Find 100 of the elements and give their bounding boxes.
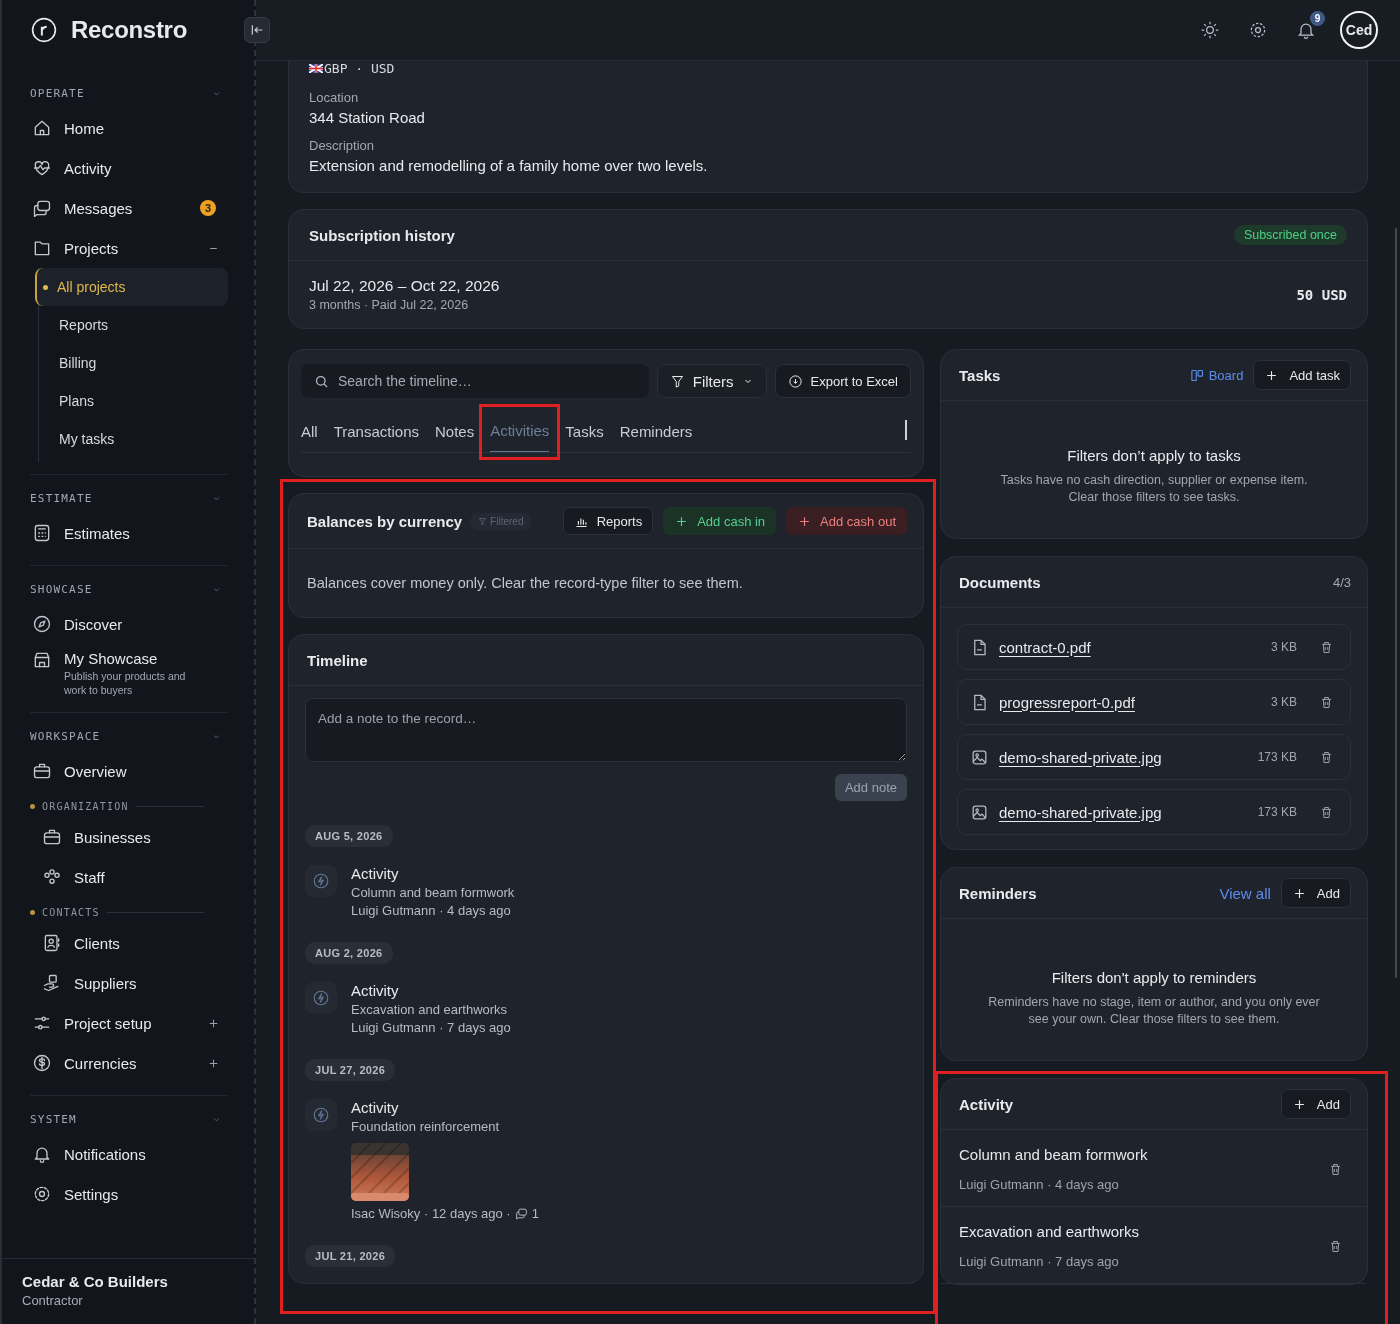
activity-icon xyxy=(305,1099,337,1131)
board-icon xyxy=(1189,367,1205,383)
board-link[interactable]: Board xyxy=(1189,367,1244,383)
nav-item[interactable]: Discover xyxy=(30,604,228,644)
card-title: Tasks xyxy=(959,366,1001,384)
document-link[interactable]: demo-shared-private.jpg xyxy=(999,803,1248,821)
nav-item[interactable]: Projects xyxy=(30,228,228,268)
document-row[interactable]: demo-shared-private.jpg 173 KB xyxy=(957,734,1351,780)
download-icon xyxy=(787,373,803,389)
document-link[interactable]: demo-shared-private.jpg xyxy=(999,748,1248,766)
activity-icon xyxy=(305,865,337,897)
nav-subitem[interactable]: Plans xyxy=(39,382,228,420)
tab[interactable]: All xyxy=(301,410,318,452)
nav-item[interactable]: Notifications xyxy=(30,1134,228,1174)
subscription-detail: 3 months · Paid Jul 22, 2026 xyxy=(309,298,470,312)
nav-label: Businesses xyxy=(74,828,151,846)
delete-icon[interactable] xyxy=(1319,694,1334,710)
nav-item[interactable]: Activity xyxy=(30,148,228,188)
delete-icon[interactable] xyxy=(1319,749,1334,765)
export-button[interactable]: Export to Excel xyxy=(774,364,911,398)
nav-item[interactable]: Settings xyxy=(30,1174,228,1214)
settings-icon[interactable] xyxy=(1248,20,1268,40)
file-size: 3 KB xyxy=(1271,695,1297,709)
card-title: Timeline xyxy=(307,651,368,669)
card-title: Activity xyxy=(959,1095,1014,1113)
nav-label: Staff xyxy=(74,868,105,886)
delete-icon[interactable] xyxy=(1319,804,1334,820)
filters-button[interactable]: Filters xyxy=(656,364,767,398)
nav-item[interactable]: Overview xyxy=(30,751,228,791)
date-chip: AUG 5, 2026 xyxy=(305,825,393,847)
card-title: Reminders xyxy=(959,884,1037,902)
entry-title: Activity xyxy=(351,1099,400,1116)
nav-subitem[interactable]: Billing xyxy=(39,344,228,382)
card-title: Balances by currency xyxy=(307,512,463,530)
delete-icon[interactable] xyxy=(1319,639,1334,655)
note-field[interactable]: Add a note to the record… xyxy=(305,698,907,762)
nav-item[interactable]: Messages 3 xyxy=(30,188,228,228)
comment-count: 1 xyxy=(531,1206,539,1221)
nav-label: Messages xyxy=(64,199,134,217)
nav-label: Estimates xyxy=(64,524,131,542)
view-all-link[interactable]: View all xyxy=(1219,884,1271,902)
add-task-button[interactable]: Add task xyxy=(1253,360,1351,390)
tab[interactable]: Activities xyxy=(490,410,550,452)
entry-title: Activity xyxy=(351,865,400,882)
nav-subitem[interactable]: All projects xyxy=(35,268,228,306)
nav-item[interactable]: Currencies xyxy=(30,1043,228,1083)
section-title: OPERATE xyxy=(30,86,85,100)
empty-text: Reminders have no stage, item or author, and you only ever see your own. Clear those filters to see them. xyxy=(987,994,1321,1028)
tab[interactable]: Notes xyxy=(435,410,475,452)
nav-subtitle: Publish your products and work to buyers xyxy=(64,669,187,697)
delete-icon[interactable] xyxy=(1328,1161,1343,1177)
nav-item[interactable]: Project setup xyxy=(30,1003,228,1043)
activity-icon xyxy=(305,982,337,1014)
activity-title: Excavation and earthworks xyxy=(959,1223,1140,1240)
document-row[interactable]: demo-shared-private.jpg 173 KB xyxy=(957,789,1351,835)
activity-meta: Luigi Gutmann · 7 days ago xyxy=(959,1254,1120,1269)
add-activity-button[interactable]: Add xyxy=(1280,1089,1351,1119)
nav-subitem[interactable]: Reports xyxy=(39,306,228,344)
nav-label: Activity xyxy=(64,159,113,177)
nav-item[interactable]: Home xyxy=(30,108,228,148)
collapse-sidebar-button[interactable] xyxy=(244,17,270,43)
nav-item[interactable]: Clients xyxy=(30,923,228,963)
add-cash-button[interactable]: Add cash in xyxy=(663,507,777,535)
nav-item[interactable]: Businesses xyxy=(30,817,228,857)
document-row[interactable]: contract-0.pdf 3 KB xyxy=(957,624,1351,670)
document-row[interactable]: progressreport-0.pdf 3 KB xyxy=(957,679,1351,725)
nav-item[interactable]: Staff xyxy=(30,857,228,897)
document-link[interactable]: contract-0.pdf xyxy=(999,638,1261,656)
section-title: SYSTEM xyxy=(30,1112,77,1126)
comment-icon xyxy=(514,1207,528,1220)
entry-text: Foundation reinforcement xyxy=(351,1119,501,1134)
organization-name: Cedar & Co Builders xyxy=(22,1273,169,1290)
tab[interactable]: Reminders xyxy=(619,410,693,452)
entry-text: Excavation and earthworks xyxy=(351,1002,509,1017)
tab[interactable]: Transactions xyxy=(333,410,419,452)
sun-icon[interactable] xyxy=(1200,20,1220,40)
empty-title: Filters don’t apply to tasks xyxy=(1067,447,1241,464)
card-title: Documents xyxy=(959,573,1041,591)
reports-button[interactable]: Reports xyxy=(562,507,654,535)
tab[interactable]: Tasks xyxy=(565,410,604,452)
nav-item[interactable]: My Showcase Publish your products and work to buyers xyxy=(30,644,228,700)
entry-meta: Isac Wisoky · 12 days ago · xyxy=(351,1206,511,1221)
nav-label: Projects xyxy=(64,239,120,257)
empty-title: Filters don't apply to reminders xyxy=(1051,969,1257,986)
entry-title: Activity xyxy=(351,982,400,999)
nav-item[interactable]: Estimates xyxy=(30,513,228,553)
avatar[interactable]: Ced xyxy=(1340,11,1378,49)
document-link[interactable]: progressreport-0.pdf xyxy=(999,693,1261,711)
section-title: WORKSPACE xyxy=(30,729,101,743)
file-size: 173 KB xyxy=(1257,805,1297,819)
nav-label: Settings xyxy=(64,1185,120,1203)
nav-item[interactable]: Suppliers xyxy=(30,963,228,1003)
nav-subitem[interactable]: My tasks xyxy=(39,420,228,458)
add-cash-button[interactable]: Add cash out xyxy=(786,507,907,535)
add-reminder-button[interactable]: Add xyxy=(1280,878,1351,908)
organization-role: Contractor xyxy=(22,1293,84,1308)
home-icon xyxy=(32,118,52,138)
compass-icon xyxy=(32,614,52,634)
delete-icon[interactable] xyxy=(1328,1238,1343,1254)
search-field[interactable]: Search the timeline… xyxy=(301,364,649,398)
